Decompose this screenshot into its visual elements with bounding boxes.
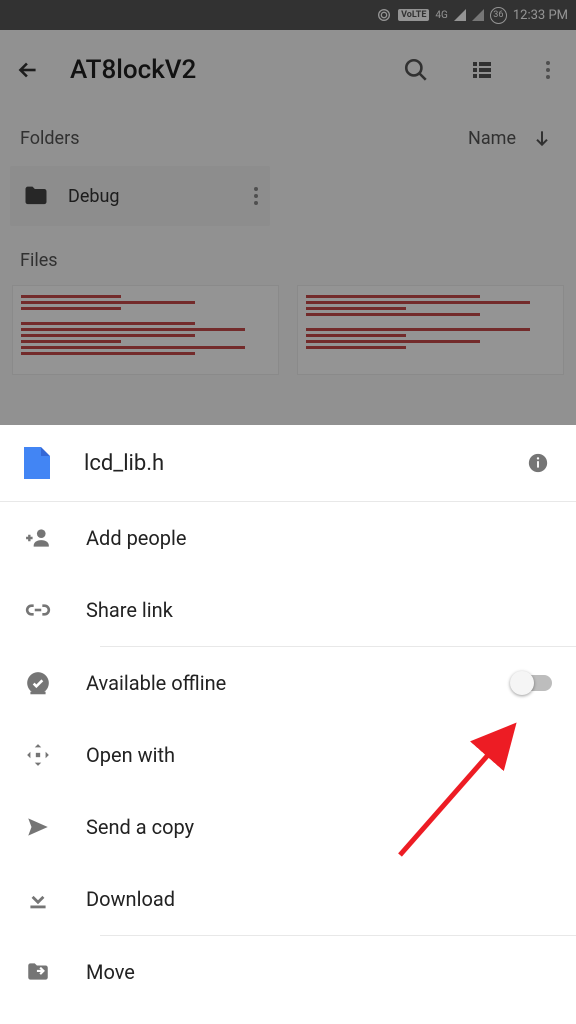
menu-label: Move — [86, 960, 552, 984]
network-label: 4G — [435, 10, 447, 21]
folders-header: Folders Name — [0, 110, 576, 166]
more-icon[interactable] — [534, 56, 562, 84]
view-list-icon[interactable] — [468, 56, 496, 84]
open-with-icon — [24, 741, 52, 769]
app-bar: AT8lockV2 — [0, 30, 576, 110]
folder-more-icon[interactable] — [254, 187, 258, 205]
folders-label: Folders — [20, 128, 80, 149]
menu-label: Send a copy — [86, 815, 552, 839]
signal-icon-2 — [472, 9, 484, 21]
sheet-header: lcd_lib.h — [0, 425, 576, 501]
folder-icon — [22, 182, 50, 210]
search-icon[interactable] — [402, 56, 430, 84]
info-icon[interactable] — [524, 449, 552, 477]
signal-icon — [454, 9, 466, 21]
move-icon — [24, 958, 52, 986]
menu-label: Open with — [86, 743, 552, 767]
send-icon — [24, 813, 52, 841]
menu-move[interactable]: Move — [0, 936, 576, 1008]
download-icon — [24, 885, 52, 913]
menu-label: Share link — [86, 598, 552, 622]
sort-arrow-icon[interactable] — [528, 124, 556, 152]
menu-label: Available offline — [86, 671, 478, 695]
file-icon — [24, 447, 50, 479]
back-icon[interactable] — [14, 56, 42, 84]
file-thumbnail[interactable] — [12, 285, 279, 375]
files-header: Files — [0, 236, 576, 285]
sort-label[interactable]: Name — [468, 128, 516, 149]
folder-item[interactable]: Debug — [10, 166, 270, 226]
menu-label: Download — [86, 887, 552, 911]
menu-label: Add people — [86, 526, 552, 550]
add-person-icon — [24, 524, 52, 552]
menu-available-offline[interactable]: Available offline — [0, 647, 576, 719]
bottom-sheet: lcd_lib.h Add people Share link Availabl… — [0, 425, 576, 1024]
menu-share-link[interactable]: Share link — [0, 574, 576, 646]
link-icon — [24, 596, 52, 624]
menu-send-copy[interactable]: Send a copy — [0, 791, 576, 863]
file-thumbnail[interactable] — [297, 285, 564, 375]
offline-toggle[interactable] — [512, 675, 552, 691]
menu-open-with[interactable]: Open with — [0, 719, 576, 791]
clock: 12:33 PM — [513, 8, 568, 23]
files-label: Files — [20, 250, 58, 271]
folder-name: Debug — [68, 186, 236, 207]
menu-add-people[interactable]: Add people — [0, 502, 576, 574]
battery-icon: 36 — [490, 7, 507, 24]
sheet-filename: lcd_lib.h — [84, 451, 490, 476]
page-title: AT8lockV2 — [70, 55, 374, 85]
offline-icon — [24, 669, 52, 697]
volte-badge: VoLTE — [398, 9, 429, 21]
menu-download[interactable]: Download — [0, 863, 576, 935]
status-bar: VoLTE 4G 36 12:33 PM — [0, 0, 576, 30]
